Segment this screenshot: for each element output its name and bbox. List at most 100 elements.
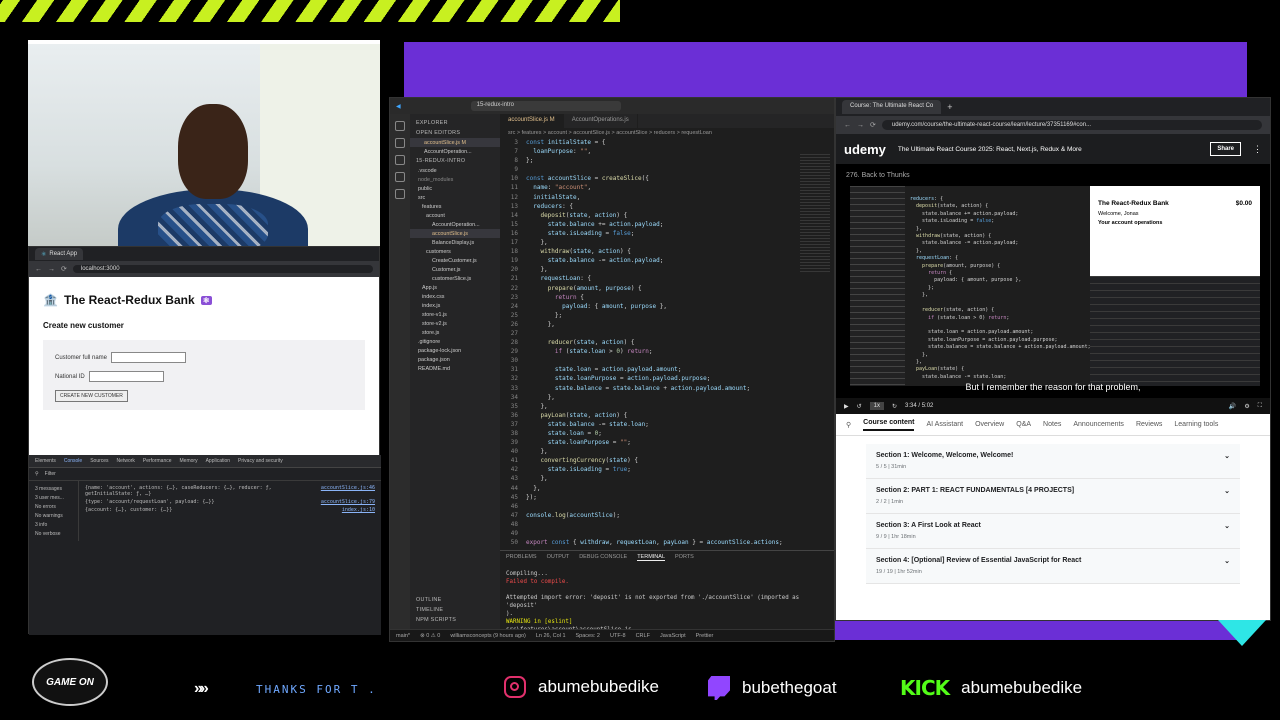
panel-tab[interactable]: DEBUG CONSOLE — [579, 554, 627, 561]
encoding[interactable]: UTF-8 — [610, 633, 626, 639]
tree-item[interactable]: Customer.js — [410, 265, 500, 274]
outline-header[interactable]: OUTLINE — [410, 595, 500, 605]
tree-item[interactable]: index.js — [410, 301, 500, 310]
open-editors-header[interactable]: OPEN EDITORS — [410, 128, 500, 138]
tree-item[interactable]: .gitignore — [410, 337, 500, 346]
tree-item[interactable]: index.css — [410, 292, 500, 301]
devtools-tab[interactable]: Privacy and security — [238, 458, 283, 464]
tree-item[interactable]: customers — [410, 247, 500, 256]
console-sidebar-item[interactable]: No verbose — [35, 529, 72, 538]
filter-icon[interactable]: ⚲ — [35, 471, 39, 477]
reload-icon[interactable]: ⟳ — [870, 121, 876, 129]
volume-icon[interactable]: 🔊 — [1229, 403, 1236, 410]
tree-item[interactable]: customerSlice.js — [410, 274, 500, 283]
tree-item[interactable]: src — [410, 193, 500, 202]
open-editor-item[interactable]: AccountOperation... — [410, 147, 500, 156]
tree-item[interactable]: account — [410, 211, 500, 220]
console-sidebar-item[interactable]: 3 info — [35, 520, 72, 529]
log-source-link[interactable]: accountSlice.js:79 — [321, 499, 375, 505]
tree-item[interactable]: store.js — [410, 328, 500, 337]
nav-ai-assistant[interactable]: AI Assistant — [926, 421, 963, 428]
tree-item[interactable]: package-lock.json — [410, 346, 500, 355]
panel-tab[interactable]: OUTPUT — [547, 554, 570, 561]
devtools-tab-console[interactable]: Console — [64, 458, 82, 464]
udemy-logo[interactable]: udemy — [844, 142, 886, 157]
nav-course-content[interactable]: Course content — [863, 419, 915, 431]
play-icon[interactable]: ▶ — [844, 403, 849, 410]
nav-announcements[interactable]: Announcements — [1073, 421, 1124, 428]
timeline-header[interactable]: TIMELINE — [410, 605, 500, 615]
tree-item[interactable]: README.md — [410, 364, 500, 373]
open-editor-item[interactable]: accountSlice.js M — [410, 138, 500, 147]
editor-tab-active[interactable]: accountSlice.js M — [500, 114, 564, 128]
tree-item[interactable]: store-v2.js — [410, 319, 500, 328]
panel-tab[interactable]: PORTS — [675, 554, 694, 561]
devtools-tab[interactable]: Sources — [90, 458, 108, 464]
forward-icon[interactable]: → — [48, 266, 55, 273]
share-button[interactable]: Share — [1210, 142, 1241, 156]
course-section[interactable]: Section 3: A First Look at React ⌄ 9 / 9 … — [866, 514, 1240, 549]
console-sidebar-item[interactable]: 3 messages — [35, 484, 72, 493]
back-icon[interactable]: ← — [35, 266, 42, 273]
devtools-tab[interactable]: Application — [206, 458, 230, 464]
forward-icon[interactable]: ↻ — [892, 403, 897, 410]
create-customer-button[interactable]: CREATE NEW CUSTOMER — [55, 390, 128, 402]
code-editor[interactable]: accountSlice.js M AccountOperations.js s… — [500, 114, 834, 554]
minimap[interactable] — [800, 154, 830, 274]
cursor-position[interactable]: Ln 26, Col 1 — [536, 633, 566, 639]
nav-qa[interactable]: Q&A — [1016, 421, 1031, 428]
speed-button[interactable]: 1x — [869, 402, 884, 410]
language-mode[interactable]: JavaScript — [660, 633, 686, 639]
tree-item[interactable]: package.json — [410, 355, 500, 364]
new-tab-icon[interactable]: + — [947, 102, 952, 112]
error-count[interactable]: ⊗ 0 ⚠ 0 — [420, 633, 440, 639]
devtools-tab[interactable]: Network — [117, 458, 135, 464]
log-source-link[interactable]: index.js:10 — [342, 507, 375, 513]
eol[interactable]: CRLF — [636, 633, 650, 639]
breadcrumb[interactable]: src > features > account > accountSlice.… — [500, 128, 834, 138]
course-section[interactable]: Section 4: [Optional] Review of Essentia… — [866, 549, 1240, 584]
devtools-tab[interactable]: Elements — [35, 458, 56, 464]
udemy-tab[interactable]: Course: The Ultimate React Co — [842, 100, 942, 114]
tree-item[interactable]: store-v1.js — [410, 310, 500, 319]
national-id-input[interactable] — [88, 371, 164, 382]
more-icon[interactable]: ⋮ — [1253, 144, 1262, 155]
left-browser-tab[interactable]: ⚛ React App — [35, 248, 84, 260]
nav-overview[interactable]: Overview — [975, 421, 1004, 428]
full-name-input[interactable] — [111, 352, 187, 363]
console-sidebar-item[interactable]: 3 user mes... — [35, 493, 72, 502]
forward-icon[interactable]: → — [857, 122, 864, 129]
log-source-link[interactable]: accountSlice.js:46 — [321, 485, 375, 497]
branch-indicator[interactable]: main* — [396, 633, 410, 639]
video-player[interactable]: 276. Back to Thunks reducers: { deposit(… — [836, 164, 1270, 414]
tree-item[interactable]: App.js — [410, 283, 500, 292]
url-field[interactable]: localhost:3000 — [72, 265, 373, 273]
tree-item[interactable]: BalanceDisplay.js — [410, 238, 500, 247]
panel-tab-terminal[interactable]: TERMINAL — [637, 554, 665, 561]
npm-scripts-header[interactable]: NPM SCRIPTS — [410, 615, 500, 625]
indent[interactable]: Spaces: 2 — [576, 633, 600, 639]
course-section[interactable]: Section 1: Welcome, Welcome, Welcome! ⌄ 5… — [866, 444, 1240, 479]
search-icon[interactable] — [395, 138, 405, 148]
settings-icon[interactable]: ⚙ — [1244, 403, 1249, 410]
fullscreen-icon[interactable]: ⛶ — [1258, 403, 1262, 410]
tree-item[interactable]: CreateCustomer.js — [410, 256, 500, 265]
devtools-tab[interactable]: Performance — [143, 458, 172, 464]
tree-item[interactable]: AccountOperation... — [410, 220, 500, 229]
project-header[interactable]: 15-REDUX-INTRO — [410, 156, 500, 166]
console-filter-input[interactable]: Filter — [45, 471, 56, 477]
prettier-status[interactable]: Prettier — [696, 633, 714, 639]
panel-tab[interactable]: PROBLEMS — [506, 554, 537, 561]
nav-notes[interactable]: Notes — [1043, 421, 1061, 428]
back-icon[interactable]: ← — [844, 122, 851, 129]
tree-item-active[interactable]: accountSlice.js — [410, 229, 500, 238]
files-icon[interactable] — [395, 121, 405, 131]
tree-item[interactable]: public — [410, 184, 500, 193]
debug-icon[interactable] — [395, 172, 405, 182]
tree-item[interactable]: .vscode — [410, 166, 500, 175]
url-field[interactable]: udemy.com/course/the-ultimate-react-cour… — [881, 120, 1262, 130]
extensions-icon[interactable] — [395, 189, 405, 199]
source-control-icon[interactable] — [395, 155, 405, 165]
editor-tab[interactable]: AccountOperations.js — [564, 114, 638, 128]
nav-learning-tools[interactable]: Learning tools — [1174, 421, 1218, 428]
